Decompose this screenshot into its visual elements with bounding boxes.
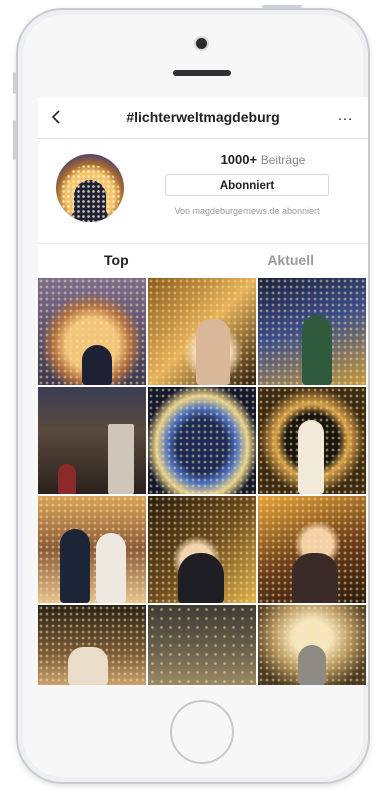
photo-tile-9[interactable] <box>258 496 366 603</box>
photo-tile-3[interactable] <box>258 278 366 385</box>
photo-tile-6[interactable] <box>258 387 366 494</box>
post-count-value: 1000+ <box>220 152 258 167</box>
photo-tile-4[interactable] <box>38 387 146 494</box>
photo-tile-12[interactable] <box>258 605 366 685</box>
top-navigation-bar: #lichterweltmagdeburg … <box>38 97 368 139</box>
photo-tile-1[interactable] <box>38 278 146 385</box>
tab-recent[interactable]: Aktuell <box>267 252 314 268</box>
front-camera-icon <box>196 38 207 49</box>
more-horizontal-icon[interactable]: … <box>337 107 354 125</box>
photo-tile-8[interactable] <box>148 496 256 603</box>
photo-grid <box>38 278 368 685</box>
instagram-hashtag-screen: #lichterweltmagdeburg … 1000+ Beiträge A… <box>38 97 368 685</box>
post-count-label: Beiträge <box>260 153 306 167</box>
photo-tile-10[interactable] <box>38 605 146 685</box>
chevron-left-icon[interactable] <box>50 110 64 124</box>
photo-tile-11[interactable] <box>148 605 256 685</box>
hashtag-avatar <box>56 154 124 222</box>
phone-side-button <box>13 72 16 94</box>
followed-by-text: Von magdeburgernews.de abonniert <box>174 206 320 216</box>
post-count: 1000+ Beiträge <box>158 152 368 167</box>
page-title: #lichterweltmagdeburg <box>126 109 280 125</box>
tab-top[interactable]: Top <box>104 252 129 268</box>
feed-tabs: Top Aktuell <box>38 243 368 275</box>
speaker-grille <box>173 70 231 76</box>
photo-tile-5[interactable] <box>148 387 256 494</box>
follow-button[interactable]: Abonniert <box>165 174 329 196</box>
phone-power-button <box>262 5 302 8</box>
home-button[interactable] <box>170 700 234 764</box>
photo-tile-7[interactable] <box>38 496 146 603</box>
photo-tile-2[interactable] <box>148 278 256 385</box>
phone-volume-button <box>13 120 16 160</box>
